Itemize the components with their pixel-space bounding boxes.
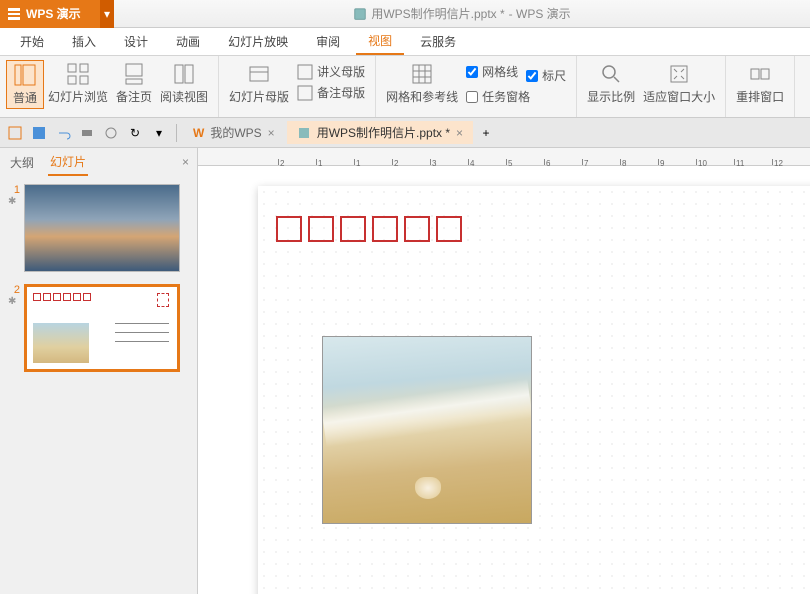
canvas-area: 211234567891011121314	[198, 148, 810, 594]
app-logo[interactable]: WPS 演示	[0, 0, 100, 28]
beach-image[interactable]	[322, 336, 532, 524]
title-bar: WPS 演示 ▾ 用WPS制作明信片.pptx * - WPS 演示	[0, 0, 810, 28]
main-area: 大纲 幻灯片 × 1✱ 2✱ 211	[0, 148, 810, 594]
master-notes-button[interactable]: 备注母版	[295, 83, 367, 102]
menu-slideshow[interactable]: 幻灯片放映	[216, 29, 300, 54]
menu-view[interactable]: 视图	[356, 28, 404, 55]
menu-design[interactable]: 设计	[112, 29, 160, 54]
menu-insert[interactable]: 插入	[60, 29, 108, 54]
view-reading-button[interactable]: 阅读视图	[156, 60, 212, 107]
slide-thumbnail-2[interactable]	[24, 284, 180, 372]
new-icon[interactable]	[4, 122, 26, 144]
window-title: 用WPS制作明信片.pptx * - WPS 演示	[114, 5, 810, 22]
wps-logo-icon: W	[193, 126, 204, 140]
zoom-button[interactable]: 显示比例	[583, 60, 639, 107]
view-sorter-button[interactable]: 幻灯片浏览	[44, 60, 112, 107]
tab-slides[interactable]: 幻灯片	[48, 149, 88, 176]
master-lecture-button[interactable]: 讲义母版	[295, 62, 367, 81]
add-tab-icon[interactable]: +	[475, 122, 497, 144]
slide-panel: 大纲 幻灯片 × 1✱ 2✱	[0, 148, 198, 594]
app-name: WPS 演示	[26, 5, 81, 22]
menu-start[interactable]: 开始	[8, 29, 56, 54]
preview-icon[interactable]	[100, 122, 122, 144]
more-icon[interactable]: ▾	[148, 122, 170, 144]
slide-canvas[interactable]	[198, 166, 810, 594]
close-icon[interactable]: ×	[268, 126, 275, 140]
thumbnail-list: 1✱ 2✱	[0, 176, 197, 594]
horizontal-ruler[interactable]: 211234567891011121314	[198, 148, 810, 166]
ribbon: 普通 幻灯片浏览 备注页 阅读视图 幻灯片母版 讲义母版 备注母版 网格和参考线	[0, 56, 810, 118]
quick-toolbar: ↻ ▾ W 我的WPS × 用WPS制作明信片.pptx * × +	[0, 118, 810, 148]
view-notes-button[interactable]: 备注页	[112, 60, 156, 107]
redo-icon[interactable]: ↻	[124, 122, 146, 144]
opt-taskpane-checkbox[interactable]: 任务窗格	[464, 87, 568, 106]
tab-document[interactable]: 用WPS制作明信片.pptx * ×	[287, 121, 473, 144]
close-icon[interactable]: ×	[456, 126, 463, 140]
tab-outline[interactable]: 大纲	[8, 150, 36, 175]
current-slide[interactable]	[258, 186, 810, 594]
close-panel-icon[interactable]: ×	[182, 155, 189, 169]
view-normal-button[interactable]: 普通	[6, 60, 44, 109]
menu-bar: 开始 插入 设计 动画 幻灯片放映 审阅 视图 云服务	[0, 28, 810, 56]
app-menu-dropdown[interactable]: ▾	[100, 0, 114, 28]
grid-refs-button[interactable]: 网格和参考线	[382, 60, 462, 107]
animation-icon: ✱	[8, 196, 20, 207]
save-icon[interactable]	[28, 122, 50, 144]
opt-ruler-checkbox[interactable]: 标尺	[524, 66, 568, 85]
file-icon	[297, 126, 311, 140]
menu-review[interactable]: 审阅	[304, 29, 352, 54]
menu-cloud[interactable]: 云服务	[408, 29, 468, 54]
menu-animation[interactable]: 动画	[164, 29, 212, 54]
tab-mywps[interactable]: W 我的WPS ×	[183, 121, 285, 144]
slide-thumbnail-1[interactable]	[24, 184, 180, 272]
print-icon[interactable]	[76, 122, 98, 144]
animation-icon: ✱	[8, 296, 20, 307]
rearrange-button[interactable]: 重排窗口	[732, 60, 788, 107]
fit-window-button[interactable]: 适应窗口大小	[639, 60, 719, 107]
undo-icon[interactable]	[52, 122, 74, 144]
postcode-boxes[interactable]	[276, 216, 462, 242]
master-slide-button[interactable]: 幻灯片母版	[225, 60, 293, 107]
